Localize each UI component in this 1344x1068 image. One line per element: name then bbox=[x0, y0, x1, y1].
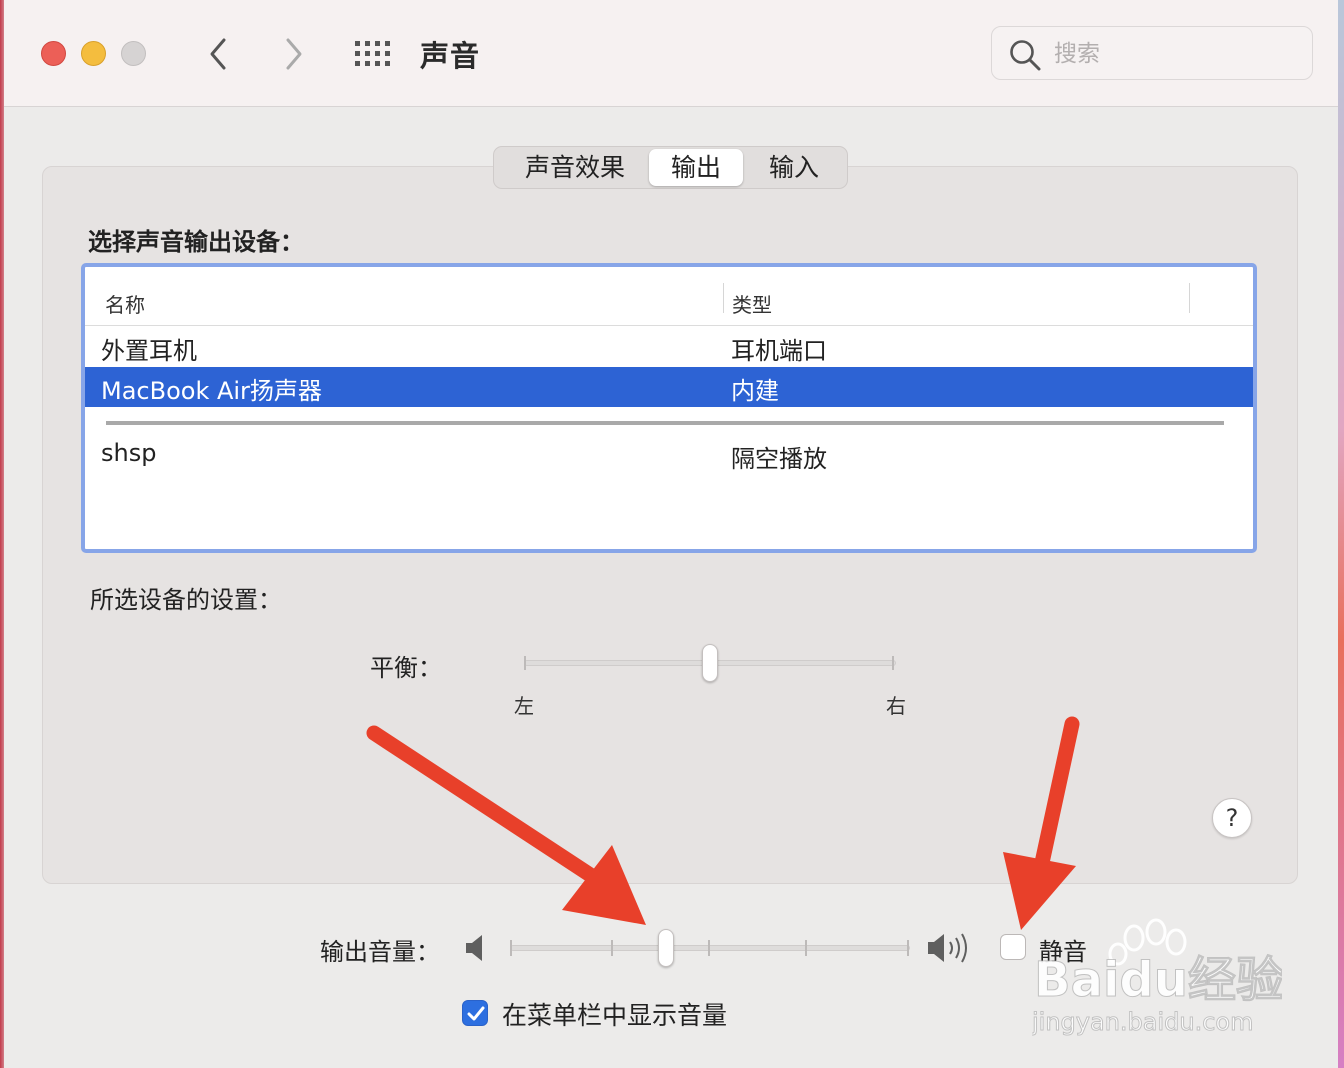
mute-checkbox[interactable] bbox=[1000, 934, 1026, 960]
forward-chevron-icon bbox=[286, 38, 302, 70]
device-name: 外置耳机 bbox=[101, 337, 197, 365]
slider-tick bbox=[907, 940, 909, 956]
output-device-label: 选择声音输出设备： bbox=[88, 228, 304, 256]
balance-left-label: 左 bbox=[514, 694, 534, 718]
device-name: MacBook Air扬声器 bbox=[101, 377, 322, 405]
device-settings-label: 所选设备的设置： bbox=[90, 586, 282, 614]
sound-preferences-window: 声音 声音效果 输出 输入 选择声音输出设备： 名称 类型 外置耳机 耳机端口 … bbox=[4, 0, 1338, 1068]
output-device-table[interactable]: 名称 类型 外置耳机 耳机端口 MacBook Air扬声器 内建 shsp 隔… bbox=[81, 263, 1257, 553]
table-row[interactable]: 外置耳机 耳机端口 bbox=[85, 327, 1253, 367]
volume-low-icon bbox=[466, 935, 482, 961]
balance-label: 平衡： bbox=[370, 654, 442, 682]
search-icon bbox=[1010, 40, 1041, 71]
grid-icon bbox=[355, 41, 390, 66]
slider-tick bbox=[524, 656, 526, 670]
show-all-button[interactable] bbox=[354, 40, 392, 68]
show-volume-in-menubar-checkbox[interactable] bbox=[462, 1000, 488, 1026]
row-separator bbox=[106, 421, 1224, 425]
output-volume-label: 输出音量： bbox=[320, 938, 440, 966]
slider-tick bbox=[708, 940, 710, 956]
show-volume-in-menubar-label: 在菜单栏中显示音量 bbox=[502, 1001, 728, 1030]
zoom-button[interactable] bbox=[121, 41, 146, 66]
table-row[interactable]: shsp 隔空播放 bbox=[85, 435, 1253, 475]
tab-sound-effects[interactable]: 声音效果 bbox=[504, 147, 646, 188]
close-button[interactable] bbox=[41, 41, 66, 66]
search-input[interactable] bbox=[1052, 37, 1296, 71]
device-type: 耳机端口 bbox=[731, 337, 827, 365]
column-divider[interactable] bbox=[1189, 283, 1190, 313]
segmented-tabs: 声音效果 输出 输入 bbox=[493, 146, 848, 189]
minimize-button[interactable] bbox=[81, 41, 106, 66]
slider-tick bbox=[611, 940, 613, 956]
volume-high-icon bbox=[928, 933, 967, 963]
forward-button[interactable] bbox=[272, 34, 312, 74]
slider-tick bbox=[892, 656, 894, 670]
table-header: 名称 类型 bbox=[85, 267, 1253, 326]
table-row-selected[interactable]: MacBook Air扬声器 内建 bbox=[85, 367, 1253, 407]
title-bar: 声音 bbox=[4, 0, 1338, 107]
back-button[interactable] bbox=[200, 34, 240, 74]
window-title: 声音 bbox=[420, 39, 481, 73]
slider-tick bbox=[510, 940, 512, 956]
baidu-paw-logo: Baidu经验 jingyan.baidu.com bbox=[1031, 918, 1284, 1037]
column-divider[interactable] bbox=[723, 283, 724, 313]
tab-input[interactable]: 输入 bbox=[746, 147, 842, 188]
column-header-name[interactable]: 名称 bbox=[105, 289, 145, 318]
checkmark-icon bbox=[467, 1006, 485, 1021]
desktop-edge bbox=[1338, 0, 1344, 1068]
svg-text:Baidu经验: Baidu经验 bbox=[1034, 952, 1282, 1008]
slider-tick bbox=[805, 940, 807, 956]
volume-knob[interactable] bbox=[658, 929, 674, 967]
device-type: 内建 bbox=[731, 377, 779, 405]
device-type: 隔空播放 bbox=[731, 445, 827, 473]
balance-right-label: 右 bbox=[886, 694, 906, 718]
balance-knob[interactable] bbox=[702, 644, 718, 682]
help-button[interactable]: ? bbox=[1212, 798, 1252, 838]
back-chevron-icon bbox=[210, 38, 226, 70]
tab-output[interactable]: 输出 bbox=[649, 149, 743, 186]
column-header-type[interactable]: 类型 bbox=[732, 289, 772, 318]
volume-track[interactable] bbox=[510, 945, 910, 951]
svg-text:jingyan.baidu.com: jingyan.baidu.com bbox=[1032, 1008, 1253, 1036]
device-name: shsp bbox=[101, 439, 157, 467]
watermark: Baidu经验 jingyan.baidu.com bbox=[1031, 918, 1284, 1038]
search-field[interactable] bbox=[991, 26, 1313, 80]
